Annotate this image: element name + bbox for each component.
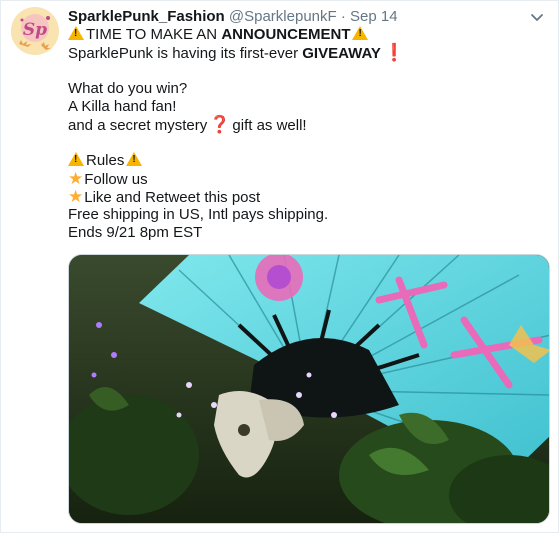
tweet-line-10: Ends 9/21 8pm EST bbox=[68, 224, 203, 241]
tweet-bold-text: GIVEAWAY bbox=[302, 45, 381, 62]
tweet-text-span: SparklePunk is having its first-ever bbox=[68, 45, 303, 62]
avatar-logo-text: Sp bbox=[23, 20, 47, 40]
tweet-text-span: and a secret mystery bbox=[68, 117, 208, 134]
star-icon: ★ bbox=[68, 187, 84, 206]
tweet-line-8: ★Like and Retweet this post bbox=[68, 187, 548, 207]
tweet-text-span: Like and Retweet this post bbox=[84, 189, 261, 206]
display-name[interactable]: SparklePunk_Fashion bbox=[68, 8, 225, 25]
tweet-header: SparklePunk_Fashion @SparklepunkF · Sep … bbox=[68, 7, 398, 26]
tweet-card[interactable]: Sp SparklePunk_Fashion @SparklepunkF · S… bbox=[0, 0, 559, 533]
tweet-text-span: gift as well! bbox=[232, 117, 307, 134]
tweet-line-7: ★Follow us bbox=[68, 169, 548, 189]
warning-sign-icon bbox=[352, 26, 369, 40]
tweet-line-4: A Killa hand fan! bbox=[68, 98, 177, 115]
tweet-date[interactable]: Sep 14 bbox=[350, 8, 398, 25]
tweet-text-span: Follow us bbox=[84, 171, 148, 188]
tweet-line-9: Free shipping in US, Intl pays shipping. bbox=[68, 206, 329, 223]
tweet-line-6: Rules bbox=[68, 152, 548, 170]
tweet-line-5: and a secret mystery ❓ gift as well! bbox=[68, 115, 548, 135]
chevron-down-icon[interactable] bbox=[530, 10, 544, 24]
tweet-line-1: TIME TO MAKE AN ANNOUNCEMENT bbox=[68, 26, 548, 44]
tweet-line-3: What do you win? bbox=[68, 80, 188, 97]
tweet-bold-text: ANNOUNCEMENT bbox=[221, 26, 351, 43]
tweet-text-span: TIME TO MAKE AN bbox=[86, 26, 222, 43]
separator-dot: · bbox=[340, 8, 346, 25]
star-icon: ★ bbox=[68, 169, 84, 188]
tweet-line-2: SparklePunk is having its first-ever GIV… bbox=[68, 43, 548, 63]
tweet-text: TIME TO MAKE AN ANNOUNCEMENT SparklePunk… bbox=[68, 26, 548, 242]
warning-sign-icon bbox=[68, 26, 84, 40]
exclamation-icon: ❗ bbox=[383, 43, 406, 62]
avatar[interactable]: Sp bbox=[11, 7, 59, 55]
warning-sign-icon bbox=[126, 152, 143, 166]
question-mark-icon: ❓ bbox=[209, 115, 231, 134]
tweet-text-span: Rules bbox=[86, 152, 125, 169]
user-handle[interactable]: @SparklepunkF bbox=[229, 8, 337, 25]
tweet-photo[interactable] bbox=[68, 254, 550, 524]
warning-sign-icon bbox=[68, 152, 84, 166]
